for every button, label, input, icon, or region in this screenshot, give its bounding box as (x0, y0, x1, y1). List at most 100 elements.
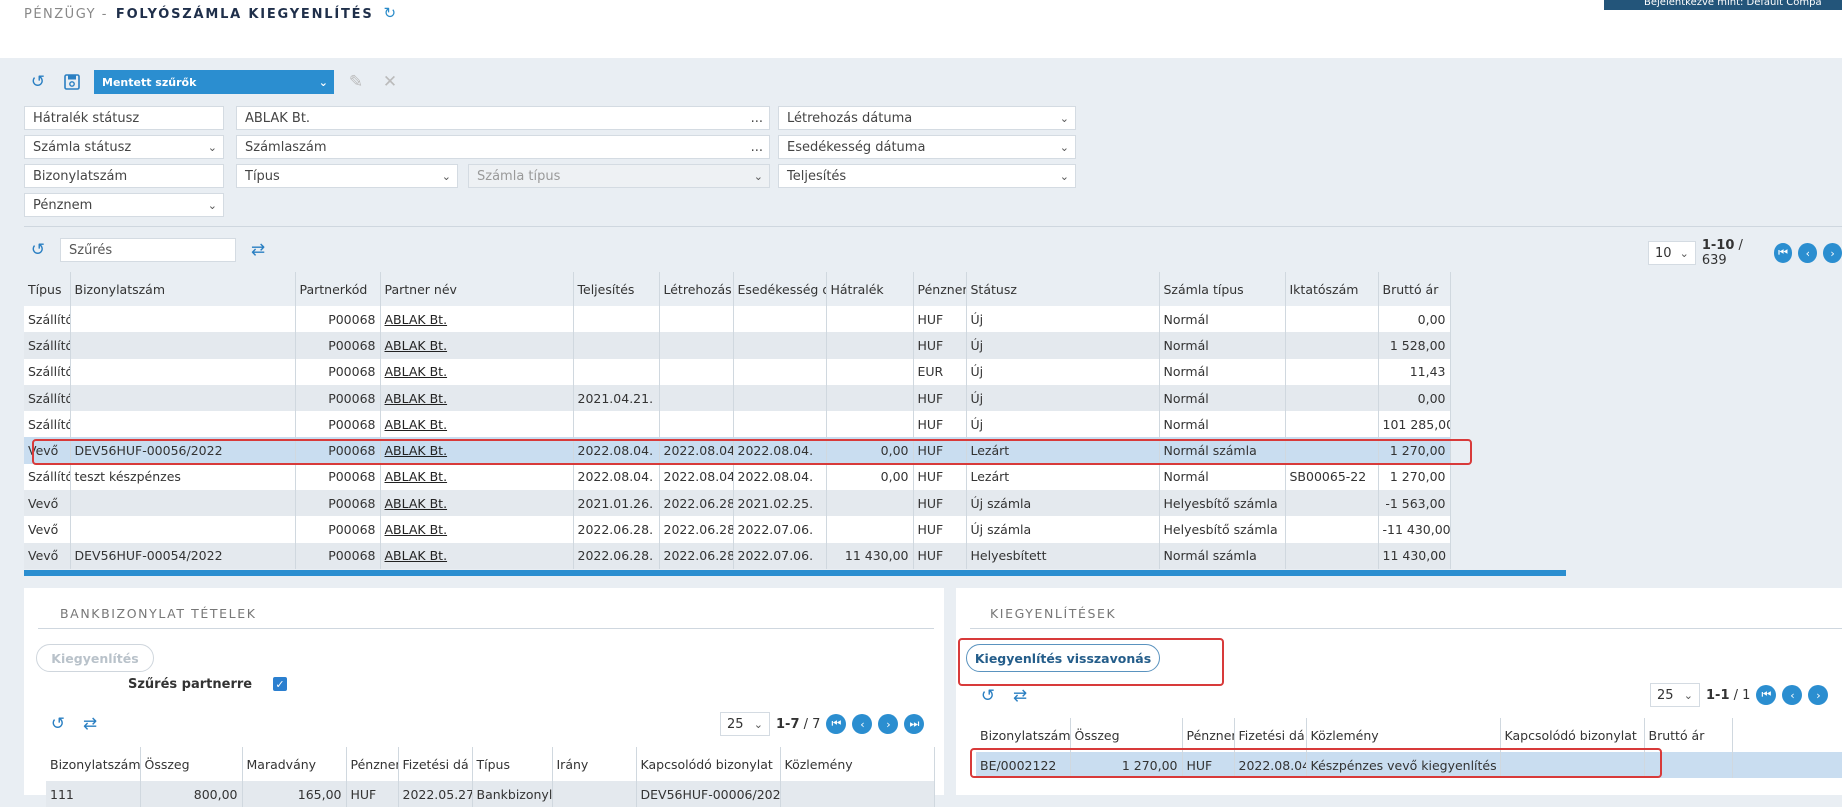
column-header[interactable]: Típus (472, 747, 553, 781)
partner-link[interactable]: ABLAK Bt. (380, 516, 574, 543)
swap-icon[interactable]: ⇄ (78, 712, 102, 736)
partner-link[interactable]: ABLAK Bt. (380, 384, 574, 412)
partner-link[interactable]: ABLAK Bt. (380, 358, 574, 385)
column-header[interactable]: Teljesítés (573, 272, 660, 306)
partner-name-link[interactable]: ABLAK Bt. (385, 338, 448, 353)
esedekesseg-datuma-field[interactable]: Esedékesség dátuma ⌄ (778, 135, 1076, 159)
column-header[interactable]: Bizonylatszám (976, 718, 1071, 752)
partner-link[interactable]: ABLAK Bt. (380, 463, 574, 491)
table-cell: P00068 (295, 358, 381, 385)
prev-page-icon[interactable]: ‹ (1782, 685, 1803, 705)
partner-name-link[interactable]: ABLAK Bt. (385, 496, 448, 511)
settle-button[interactable]: Kiegyenlítés (36, 644, 154, 672)
column-header[interactable]: Létrehozás (659, 272, 734, 306)
column-header[interactable]: Bruttó ár (1378, 272, 1451, 306)
column-header[interactable]: Státusz (966, 272, 1160, 306)
letrehozas-datuma-field[interactable]: Létrehozás dátuma ⌄ (778, 106, 1076, 130)
partner-field[interactable]: ABLAK Bt.... (236, 106, 770, 130)
column-header[interactable]: Hátralék (826, 272, 914, 306)
column-header[interactable]: Fizetési dá (398, 747, 473, 781)
partner-link[interactable]: ABLAK Bt. (380, 490, 574, 517)
column-header[interactable]: Bruttó ár (1644, 718, 1733, 752)
table-row[interactable]: Szállító teszt készpénzes P00068 ABLAK Bt. 2… (24, 463, 1451, 491)
column-header[interactable]: Közlemény (1306, 718, 1501, 752)
partner-name-link[interactable]: ABLAK Bt. (385, 391, 448, 406)
partner-name-link[interactable]: ABLAK Bt. (385, 364, 448, 379)
last-page-icon[interactable]: ⏭ (904, 714, 925, 734)
column-header[interactable]: Irány (552, 747, 637, 781)
delete-icon[interactable]: ✕ (378, 70, 402, 94)
swap-icon[interactable]: ⇄ (1008, 684, 1032, 708)
partner-link[interactable]: ABLAK Bt. (380, 542, 574, 569)
column-header[interactable]: Pénznem (913, 272, 967, 306)
swap-icon[interactable]: ⇄ (246, 238, 270, 262)
table-row[interactable]: Szállító P00068 ABLAK Bt. 2021.04.21. HUF Új N… (24, 384, 1451, 412)
partner-link[interactable]: ABLAK Bt. (380, 411, 574, 438)
table-row[interactable]: Vevő DEV56HUF-00054/2022 P00068 ABLAK Bt. 20… (24, 542, 1451, 569)
partner-name-link[interactable]: ABLAK Bt. (385, 522, 448, 537)
partner-lookup-button[interactable]: ... (751, 111, 763, 126)
table-row[interactable]: Szállító P00068 ABLAK Bt. HUF Új Normál 1 528,… (24, 332, 1451, 359)
column-header[interactable]: Kapcsolódó bizonylat (1500, 718, 1645, 752)
first-page-icon[interactable]: ⏮ (1756, 685, 1777, 705)
column-header[interactable]: Partnerkód (295, 272, 381, 306)
column-header[interactable]: Maradvány (242, 747, 347, 781)
penznem-field[interactable]: Pénznem ⌄ (24, 193, 224, 217)
page-size-select[interactable]: 10 ⌄ (1648, 241, 1696, 265)
column-header[interactable]: Közlemény (780, 747, 935, 781)
szamlaszam-lookup-button[interactable]: ... (751, 140, 763, 155)
column-header[interactable]: Pénznem (346, 747, 399, 781)
column-header[interactable]: Összeg (1070, 718, 1183, 752)
edit-icon[interactable]: ✎ (344, 70, 368, 94)
reset-grid-icon[interactable]: ↺ (976, 684, 1000, 708)
next-page-icon[interactable]: › (1808, 685, 1829, 705)
table-cell: 11 430,00 (826, 542, 914, 569)
column-header[interactable]: Típus (24, 272, 71, 306)
reset-grid-icon[interactable]: ↺ (46, 712, 70, 736)
partner-name-link[interactable]: ABLAK Bt. (385, 312, 448, 327)
table-row[interactable]: Szállító P00068 ABLAK Bt. HUF Új Normál 101 28… (24, 411, 1451, 438)
column-header[interactable]: Pénznem (1182, 718, 1235, 752)
next-page-icon[interactable]: › (878, 714, 899, 734)
refresh-icon[interactable]: ↻ (384, 4, 398, 22)
column-header[interactable]: Partner név (380, 272, 574, 306)
reset-grid-icon[interactable]: ↺ (26, 238, 50, 262)
prev-page-icon[interactable]: ‹ (852, 714, 873, 734)
tipus-field[interactable]: Típus ⌄ (236, 164, 458, 188)
partner-name-link[interactable]: ABLAK Bt. (385, 548, 448, 563)
page-size-select[interactable]: 25 ⌄ (1650, 683, 1700, 707)
table-row[interactable]: Vevő P00068 ABLAK Bt. 2022.06.28. 2022.06.28… (24, 516, 1451, 543)
page-size-select[interactable]: 25 ⌄ (720, 712, 770, 736)
bizonylatszam-field[interactable]: Bizonylatszám (24, 164, 224, 188)
partner-link[interactable]: ABLAK Bt. (380, 332, 574, 359)
column-header[interactable]: Bizonylatszám (46, 747, 141, 781)
column-header[interactable]: Esedékesség d (733, 272, 827, 306)
column-header[interactable]: Iktatószám (1285, 272, 1379, 306)
prev-page-icon[interactable]: ‹ (1798, 243, 1818, 263)
table-row[interactable]: 111 800,00 165,00 HUF 2022.05.27. Bankbi… (46, 781, 935, 807)
first-page-icon[interactable]: ⏮ (826, 714, 847, 734)
table-row[interactable]: Szállító P00068 ABLAK Bt. EUR Új Normál 11,43 (24, 358, 1451, 385)
hatralek-status-field[interactable]: Hátralék státusz (24, 106, 224, 130)
partner-filter-checkbox[interactable]: ✓ (273, 677, 287, 691)
table-row[interactable]: Szállító P00068 ABLAK Bt. HUF Új Normál 0,00 (24, 306, 1451, 333)
horizontal-scrollbar[interactable] (24, 570, 1566, 576)
partner-name-link[interactable]: ABLAK Bt. (385, 469, 448, 484)
first-page-icon[interactable]: ⏮ (1773, 243, 1793, 263)
column-header[interactable]: Kapcsolódó bizonylat (636, 747, 781, 781)
partner-link[interactable]: ABLAK Bt. (380, 306, 574, 333)
szamlaszam-field[interactable]: Számlaszám... (236, 135, 770, 159)
next-page-icon[interactable]: › (1823, 243, 1842, 263)
column-header[interactable]: Bizonylatszám (70, 272, 296, 306)
table-row[interactable]: Vevő P00068 ABLAK Bt. 2021.01.26. 2022.06.28… (24, 490, 1451, 517)
szamla-status-field[interactable]: Számla státusz ⌄ (24, 135, 224, 159)
saved-filters-select[interactable]: Mentett szűrők ⌄ (94, 70, 334, 94)
save-filter-icon[interactable] (60, 70, 84, 94)
column-header[interactable]: Számla típus (1159, 272, 1286, 306)
partner-name-link[interactable]: ABLAK Bt. (385, 417, 448, 432)
column-header[interactable]: Összeg (140, 747, 243, 781)
reset-filter-icon[interactable]: ↺ (26, 70, 50, 94)
grid-search-input[interactable]: Szűrés (60, 238, 236, 262)
teljesites-field[interactable]: Teljesítés ⌄ (778, 164, 1076, 188)
column-header[interactable]: Fizetési dá (1234, 718, 1307, 752)
